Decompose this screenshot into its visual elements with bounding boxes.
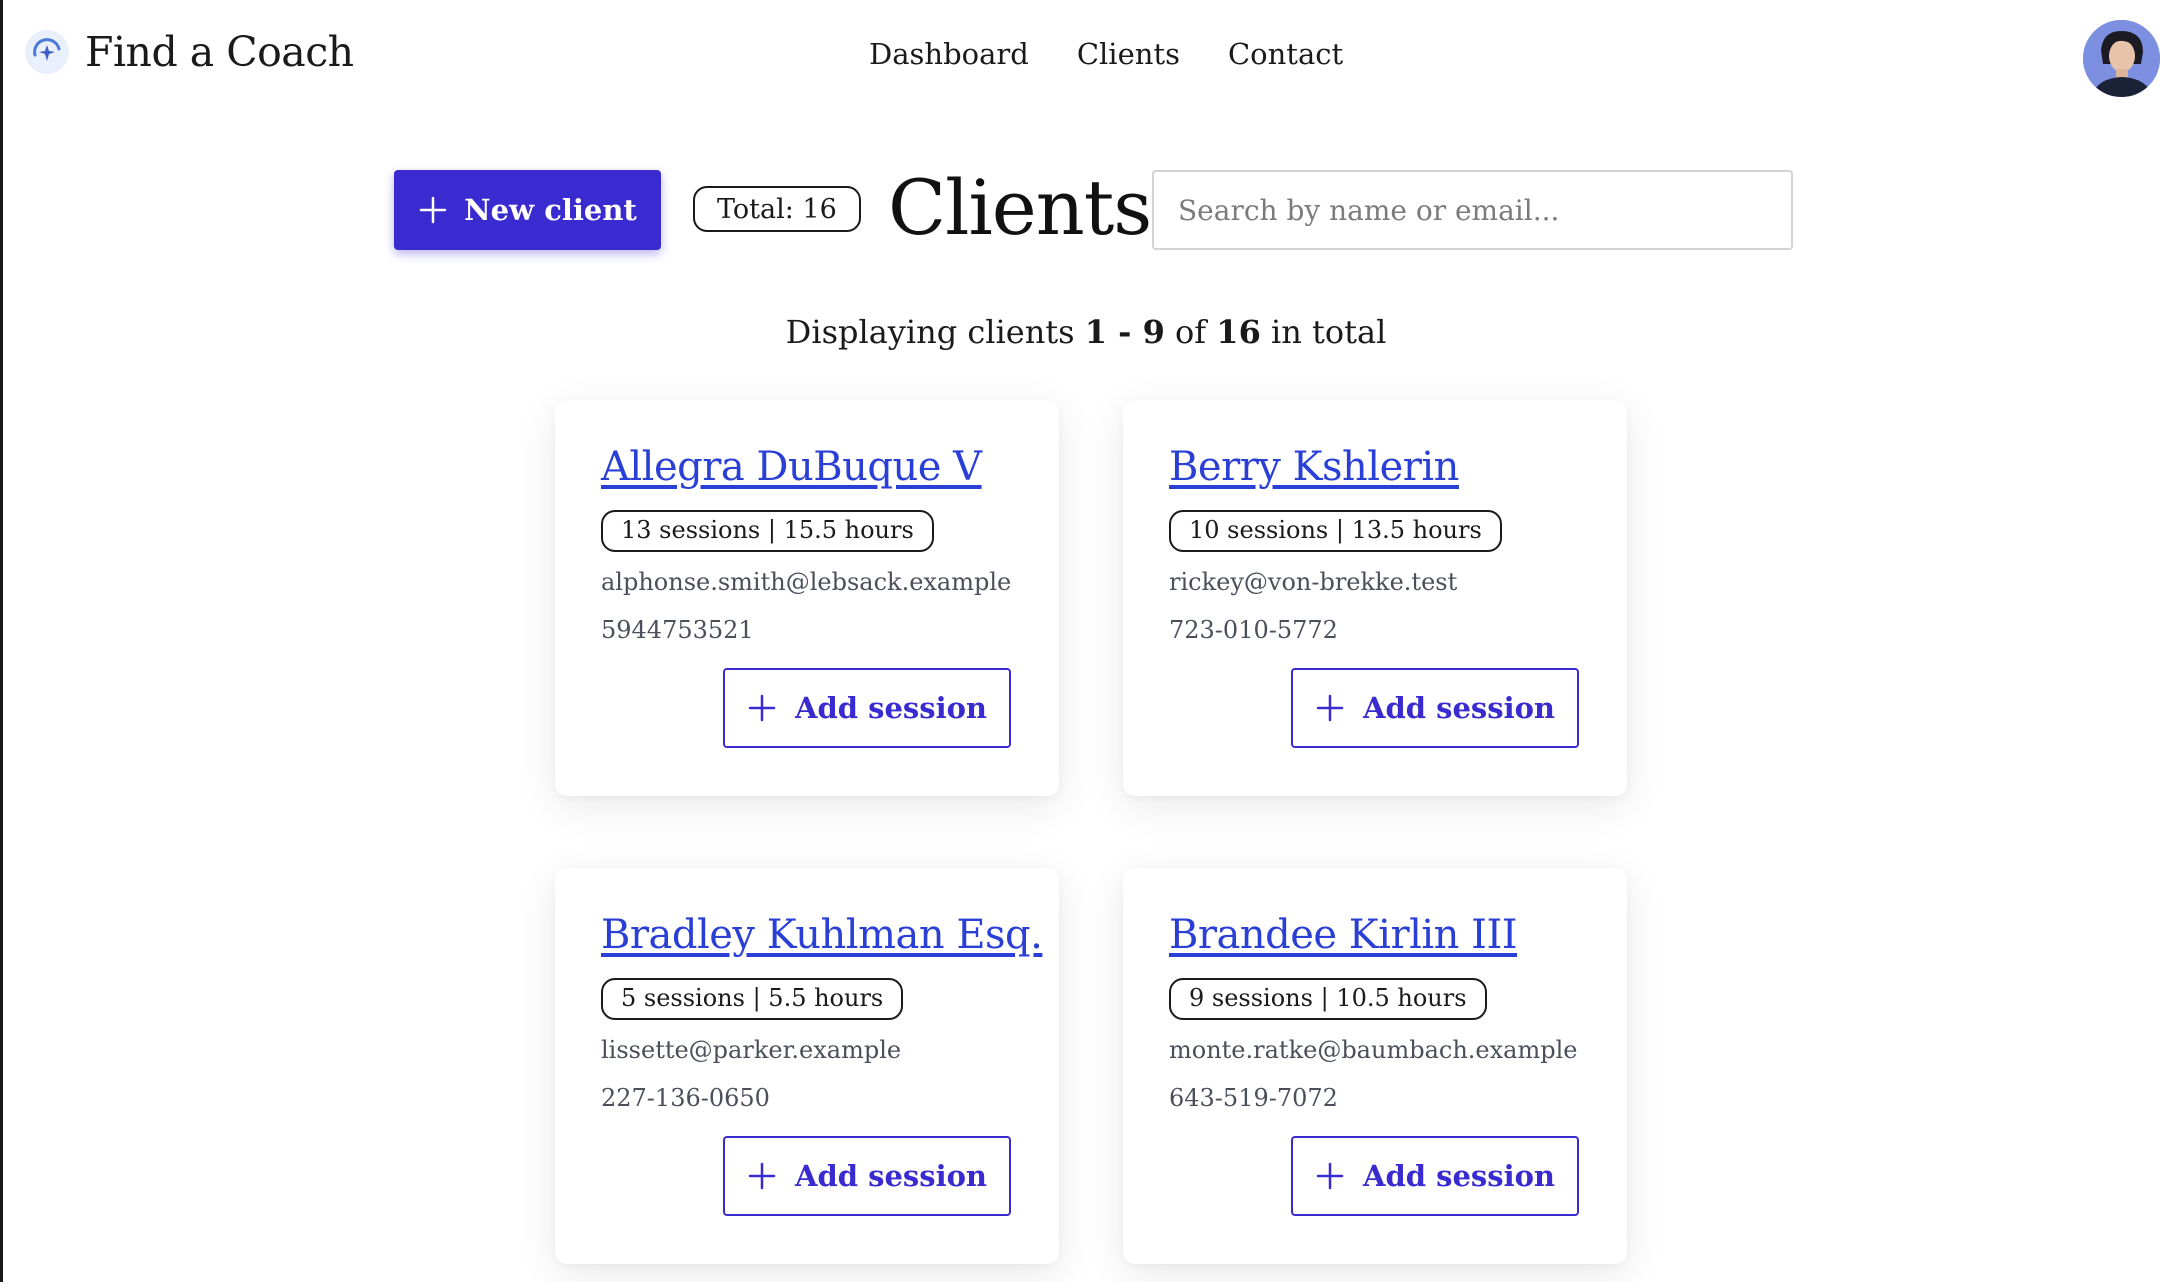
summary-total: 16 [1216, 313, 1261, 351]
total-count-badge: Total: 16 [693, 186, 861, 232]
plus-icon [1316, 694, 1344, 722]
plus-icon [1316, 1162, 1344, 1190]
user-avatar[interactable] [2083, 20, 2160, 97]
client-phone: 227-136-0650 [601, 1084, 770, 1112]
brand-logo-icon [25, 30, 69, 74]
plus-icon [748, 694, 776, 722]
client-name-link[interactable]: Berry Kshlerin [1169, 444, 1459, 490]
new-client-button[interactable]: New client [394, 170, 661, 250]
client-email: lissette@parker.example [601, 1036, 902, 1064]
client-card: Berry Kshlerin 10 sessions | 13.5 hours … [1123, 400, 1627, 796]
client-card: Bradley Kuhlman Esq. 5 sessions | 5.5 ho… [555, 868, 1059, 1264]
brand-home-link[interactable]: Find a Coach [25, 30, 354, 74]
plus-icon [419, 196, 447, 224]
top-navbar: Find a Coach Dashboard Clients Contact [3, 0, 2166, 120]
nav-item-contact[interactable]: Contact [1228, 40, 1343, 69]
add-session-button[interactable]: Add session [723, 668, 1011, 748]
nav-item-clients[interactable]: Clients [1077, 40, 1180, 69]
plus-icon [748, 1162, 776, 1190]
client-stats-badge: 13 sessions | 15.5 hours [601, 510, 934, 552]
brand-name: Find a Coach [85, 27, 354, 76]
new-client-label: New client [464, 193, 637, 227]
add-session-label: Add session [794, 691, 988, 725]
client-name-link[interactable]: Bradley Kuhlman Esq. [601, 912, 1043, 958]
client-name-link[interactable]: Allegra DuBuque V [601, 444, 982, 490]
client-email: alphonse.smith@lebsack.example [601, 568, 1012, 596]
page-title: Clients [888, 163, 1152, 252]
add-session-label: Add session [1362, 691, 1556, 725]
page: Find a Coach Dashboard Clients Contact N… [0, 0, 2166, 1282]
client-name-link[interactable]: Brandee Kirlin III [1169, 912, 1518, 958]
client-stats-badge: 9 sessions | 10.5 hours [1169, 978, 1487, 1020]
client-phone: 643-519-7072 [1169, 1084, 1338, 1112]
summary-of: of [1175, 313, 1207, 351]
results-summary: Displaying clients 1 - 9 of 16 in total [3, 313, 2166, 351]
main-nav: Dashboard Clients Contact [869, 40, 1343, 69]
summary-suffix: in total [1271, 313, 1387, 351]
client-stats-badge: 5 sessions | 5.5 hours [601, 978, 904, 1020]
client-card: Brandee Kirlin III 9 sessions | 10.5 hou… [1123, 868, 1627, 1264]
add-session-button[interactable]: Add session [1291, 1136, 1579, 1216]
summary-prefix: Displaying clients [785, 313, 1075, 351]
add-session-button[interactable]: Add session [1291, 668, 1579, 748]
add-session-label: Add session [794, 1159, 988, 1193]
summary-range: 1 - 9 [1084, 313, 1165, 351]
add-session-label: Add session [1362, 1159, 1556, 1193]
search-input[interactable] [1152, 170, 1793, 250]
client-stats-badge: 10 sessions | 13.5 hours [1169, 510, 1502, 552]
client-phone: 5944753521 [601, 616, 754, 644]
client-card: Allegra DuBuque V 13 sessions | 15.5 hou… [555, 400, 1059, 796]
client-email: rickey@von-brekke.test [1169, 568, 1458, 596]
client-phone: 723-010-5772 [1169, 616, 1338, 644]
nav-item-dashboard[interactable]: Dashboard [869, 40, 1029, 69]
add-session-button[interactable]: Add session [723, 1136, 1011, 1216]
client-email: monte.ratke@baumbach.example [1169, 1036, 1578, 1064]
clients-toolbar: New client Total: 16 Clients [394, 164, 1793, 252]
